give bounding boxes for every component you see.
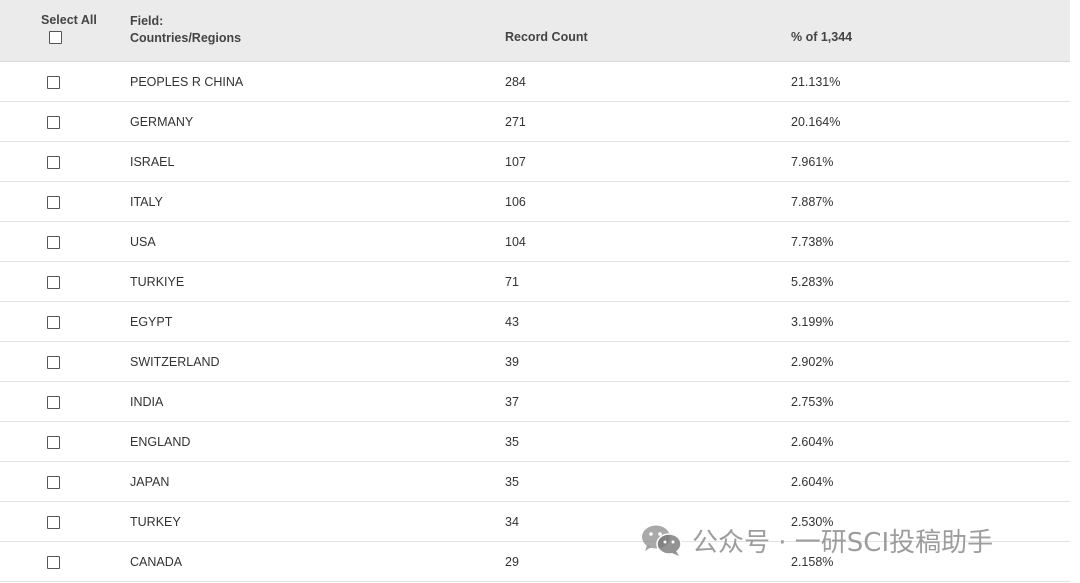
table-row: GERMANY 271 20.164% <box>0 102 1070 142</box>
country-name: INDIA <box>130 395 164 409</box>
country-name: GERMANY <box>130 115 194 129</box>
row-checkbox[interactable] <box>47 436 60 449</box>
country-name: SWITZERLAND <box>130 355 220 369</box>
row-checkbox[interactable] <box>47 116 60 129</box>
percent-value: 20.164% <box>791 115 841 129</box>
record-count: 71 <box>505 275 519 289</box>
percent-value: 2.753% <box>791 395 834 409</box>
country-name: USA <box>130 235 156 249</box>
row-checkbox[interactable] <box>47 276 60 289</box>
row-checkbox[interactable] <box>47 556 60 569</box>
row-checkbox[interactable] <box>47 396 60 409</box>
record-count: 106 <box>505 195 526 209</box>
table-row: SWITZERLAND 39 2.902% <box>0 342 1070 382</box>
country-name: TURKEY <box>130 515 181 529</box>
record-count: 34 <box>505 515 519 529</box>
table-row: EGYPT 43 3.199% <box>0 302 1070 342</box>
record-count: 35 <box>505 435 519 449</box>
record-count: 29 <box>505 555 519 569</box>
percent-value: 7.887% <box>791 195 834 209</box>
table-row: INDIA 37 2.753% <box>0 382 1070 422</box>
record-count: 43 <box>505 315 519 329</box>
table-row: JAPAN 35 2.604% <box>0 462 1070 502</box>
row-checkbox[interactable] <box>47 76 60 89</box>
country-name: ENGLAND <box>130 435 191 449</box>
wechat-icon <box>642 525 682 556</box>
select-all-label: Select All <box>41 13 97 27</box>
country-name: CANADA <box>130 555 183 569</box>
percent-value: 7.738% <box>791 235 834 249</box>
record-count: 104 <box>505 235 526 249</box>
record-count: 107 <box>505 155 526 169</box>
record-count-header: Record Count <box>505 30 588 44</box>
country-name: JAPAN <box>130 475 170 489</box>
table-row: TURKIYE 71 5.283% <box>0 262 1070 302</box>
country-name: EGYPT <box>130 315 173 329</box>
table-row: USA 104 7.738% <box>0 222 1070 262</box>
row-checkbox[interactable] <box>47 236 60 249</box>
watermark-text: 公众号 · 一研SCI投稿助手 <box>692 527 994 558</box>
select-all-checkbox[interactable] <box>49 31 62 44</box>
record-count: 39 <box>505 355 519 369</box>
record-count: 271 <box>505 115 526 129</box>
field-name: Countries/Regions <box>130 31 242 45</box>
percent-header: % of 1,344 <box>791 30 853 44</box>
table-row: ITALY 106 7.887% <box>0 182 1070 222</box>
row-checkbox[interactable] <box>47 356 60 369</box>
field-column-header: Field: Countries/Regions <box>130 13 241 47</box>
percent-value: 21.131% <box>791 75 841 89</box>
row-checkbox[interactable] <box>47 516 60 529</box>
watermark: 公众号 · 一研SCI投稿助手 <box>640 520 993 560</box>
record-count: 284 <box>505 75 526 89</box>
country-name: ITALY <box>130 195 163 209</box>
record-count: 35 <box>505 475 519 489</box>
percent-value: 3.199% <box>791 315 834 329</box>
percent-value: 7.961% <box>791 155 834 169</box>
table-row: ENGLAND 35 2.604% <box>0 422 1070 462</box>
field-label: Field: <box>130 14 164 28</box>
country-name: PEOPLES R CHINA <box>130 75 244 89</box>
table-body: PEOPLES R CHINA 284 21.131% GERMANY 271 20.16… <box>0 62 1070 582</box>
record-count: 37 <box>505 395 519 409</box>
table-header: Select All Field: Countries/Regions Reco… <box>0 0 1070 62</box>
row-checkbox[interactable] <box>47 196 60 209</box>
row-checkbox[interactable] <box>47 476 60 489</box>
table-row: PEOPLES R CHINA 284 21.131% <box>0 62 1070 102</box>
results-table: Select All Field: Countries/Regions Reco… <box>0 0 1070 582</box>
percent-value: 2.604% <box>791 475 834 489</box>
row-checkbox[interactable] <box>47 316 60 329</box>
row-checkbox[interactable] <box>47 156 60 169</box>
table-row: ISRAEL 107 7.961% <box>0 142 1070 182</box>
country-name: TURKIYE <box>130 275 185 289</box>
percent-value: 5.283% <box>791 275 834 289</box>
percent-value: 2.902% <box>791 355 834 369</box>
percent-value: 2.604% <box>791 435 834 449</box>
country-name: ISRAEL <box>130 155 175 169</box>
